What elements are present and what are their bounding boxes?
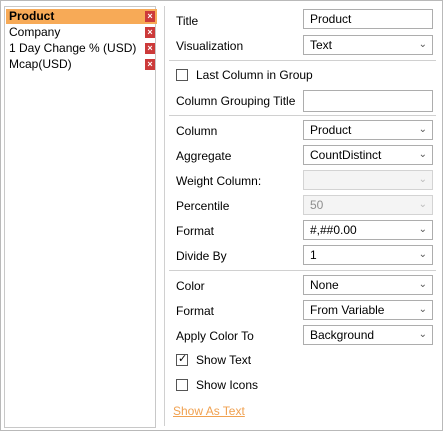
separator xyxy=(169,60,436,61)
list-item-label: Product xyxy=(9,9,55,23)
separator xyxy=(169,115,436,116)
remove-icon[interactable]: × xyxy=(145,43,155,54)
aggregate-label: Aggregate xyxy=(176,149,232,163)
list-item-label: Company xyxy=(9,25,61,39)
visualization-value: Text xyxy=(310,38,333,52)
list-item-mcap[interactable]: Mcap(USD) × xyxy=(6,57,157,72)
column-value: Product xyxy=(310,123,352,137)
last-column-checkbox[interactable] xyxy=(176,69,188,81)
weight-column-select[interactable]: ⌄ xyxy=(303,170,433,190)
grouping-title-input[interactable] xyxy=(303,90,433,112)
percentile-label: Percentile xyxy=(176,199,230,213)
checkmark-icon: ✓ xyxy=(178,353,188,365)
panel-divider xyxy=(164,6,165,426)
chevron-down-icon: ⌄ xyxy=(418,249,427,260)
remove-icon[interactable]: × xyxy=(145,59,155,70)
aggregate-value: CountDistinct xyxy=(310,148,382,162)
chevron-down-icon: ⌄ xyxy=(418,329,427,340)
color-format-label: Format xyxy=(176,304,215,318)
chevron-down-icon: ⌄ xyxy=(418,279,427,290)
percentile-select[interactable]: 50 ⌄ xyxy=(303,195,433,215)
aggregate-select[interactable]: CountDistinct ⌄ xyxy=(303,145,433,165)
format-select[interactable]: #,##0.00 ⌄ xyxy=(303,220,433,240)
chevron-down-icon: ⌄ xyxy=(418,199,427,210)
divide-by-label: Divide By xyxy=(176,249,227,263)
last-column-label: Last Column in Group xyxy=(196,68,313,82)
columns-list: Product × Company × 1 Day Change % (USD)… xyxy=(4,6,157,428)
show-icons-label: Show Icons xyxy=(196,378,259,392)
remove-icon[interactable]: × xyxy=(145,11,155,22)
grouping-title-label: Column Grouping Title xyxy=(176,94,296,108)
visualization-label: Visualization xyxy=(176,39,244,53)
apply-color-to-select[interactable]: Background ⌄ xyxy=(303,325,433,345)
percentile-value: 50 xyxy=(310,198,324,212)
column-select[interactable]: Product ⌄ xyxy=(303,120,433,140)
remove-icon[interactable]: × xyxy=(145,27,155,38)
color-format-select[interactable]: From Variable ⌄ xyxy=(303,300,433,320)
column-label: Column xyxy=(176,124,218,138)
show-as-text-link[interactable]: Show As Text xyxy=(173,404,245,418)
chevron-down-icon: ⌄ xyxy=(418,304,427,315)
list-item-label: 1 Day Change % (USD) xyxy=(9,41,137,55)
apply-color-to-value: Background xyxy=(310,328,375,342)
show-text-label: Show Text xyxy=(196,353,252,367)
format-label: Format xyxy=(176,224,215,238)
format-value: #,##0.00 xyxy=(310,223,357,237)
show-icons-checkbox[interactable] xyxy=(176,379,188,391)
chevron-down-icon: ⌄ xyxy=(418,39,427,50)
color-format-value: From Variable xyxy=(310,303,385,317)
color-value: None xyxy=(310,278,339,292)
list-item-label: Mcap(USD) xyxy=(9,57,72,71)
color-label: Color xyxy=(176,279,205,293)
weight-column-label: Weight Column: xyxy=(176,174,262,188)
list-item-company[interactable]: Company × xyxy=(6,25,157,40)
divide-by-value: 1 xyxy=(310,248,317,262)
chevron-down-icon: ⌄ xyxy=(418,224,427,235)
divide-by-select[interactable]: 1 ⌄ xyxy=(303,245,433,265)
separator xyxy=(169,270,436,271)
list-item-1-day-change[interactable]: 1 Day Change % (USD) × xyxy=(6,41,157,56)
chevron-down-icon: ⌄ xyxy=(418,124,427,135)
list-item-product[interactable]: Product × xyxy=(6,9,157,24)
title-input[interactable]: Product xyxy=(303,9,433,29)
apply-color-to-label: Apply Color To xyxy=(176,329,254,343)
title-label: Title xyxy=(176,14,199,28)
show-text-checkbox[interactable]: ✓ xyxy=(176,353,188,366)
color-select[interactable]: None ⌄ xyxy=(303,275,433,295)
chevron-down-icon: ⌄ xyxy=(418,149,427,160)
chevron-down-icon: ⌄ xyxy=(418,174,427,185)
visualization-select[interactable]: Text ⌄ xyxy=(303,35,433,55)
